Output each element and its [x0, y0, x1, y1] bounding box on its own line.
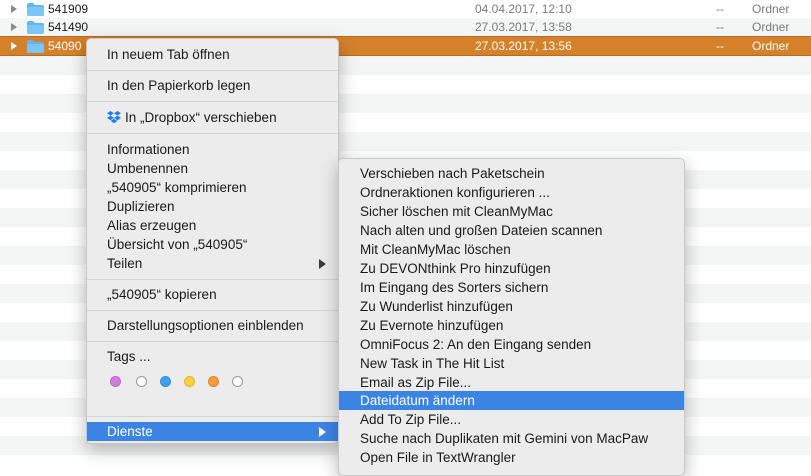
menu-item-duplicate[interactable]: Duplizieren [87, 197, 338, 216]
service-item[interactable]: Add To Zip File... [339, 410, 684, 429]
service-item[interactable]: Zu Wunderlist hinzufügen [339, 297, 684, 316]
menu-separator [87, 310, 338, 311]
file-row[interactable]: 541909 04.04.2017, 12:10 -- Ordner [0, 0, 811, 19]
service-item[interactable]: Sicher löschen mit CleanMyMac [339, 202, 684, 221]
service-item[interactable]: Im Eingang des Sorters sichern [339, 278, 684, 297]
service-item-highlighted[interactable]: Dateidatum ändern [339, 391, 684, 410]
service-item[interactable]: Zu DEVONthink Pro hinzufügen [339, 259, 684, 278]
file-date: 04.04.2017, 12:10 [475, 2, 572, 16]
file-kind: Ordner [752, 2, 790, 16]
folder-icon [27, 3, 44, 16]
menu-item-rename[interactable]: Umbenennen [87, 159, 338, 178]
menu-item-tags[interactable]: Tags ... [87, 347, 338, 366]
menu-item-open-in-tab[interactable]: In neuem Tab öffnen [87, 45, 338, 64]
menu-separator [87, 341, 338, 342]
service-item[interactable]: Suche nach Duplikaten mit Gemini von Mac… [339, 429, 684, 448]
service-item[interactable]: Ordneraktionen konfigurieren ... [339, 183, 684, 202]
service-item[interactable]: OmniFocus 2: An den Eingang senden [339, 335, 684, 354]
menu-separator [87, 70, 338, 71]
context-menu: In neuem Tab öffnen In den Papierkorb le… [86, 38, 339, 444]
submenu-arrow-icon [319, 427, 326, 437]
menu-item-trash[interactable]: In den Papierkorb legen [87, 76, 338, 95]
service-item[interactable]: Mit CleanMyMac löschen [339, 240, 684, 259]
file-kind: Ordner [752, 39, 790, 53]
menu-item-label: Dienste [107, 424, 153, 439]
file-row[interactable]: 541490 27.03.2017, 13:58 -- Ordner [0, 18, 811, 37]
menu-separator [87, 133, 338, 134]
menu-item-compress[interactable]: „540905“ komprimieren [87, 178, 338, 197]
disclosure-triangle-icon[interactable] [11, 42, 17, 50]
menu-item-label: Teilen [107, 256, 143, 271]
file-kind: Ordner [752, 20, 790, 34]
file-date: 27.03.2017, 13:56 [475, 39, 572, 53]
file-name: 541490 [48, 20, 89, 34]
service-item[interactable]: New Task in The Hit List [339, 354, 684, 373]
file-size: -- [716, 20, 724, 34]
tag-orange-icon[interactable] [208, 376, 219, 387]
file-size: -- [716, 2, 724, 16]
folder-icon [27, 21, 44, 34]
service-item[interactable]: Email as Zip File... [339, 373, 684, 392]
menu-item-view-options[interactable]: Darstellungsoptionen einblenden [87, 316, 338, 335]
file-name: 541909 [48, 2, 89, 16]
service-item[interactable]: Zu Evernote hinzufügen [339, 316, 684, 335]
tag-yellow-icon[interactable] [184, 376, 195, 387]
menu-separator [87, 416, 338, 417]
services-submenu: Verschieben nach Paketschein Ordneraktio… [338, 158, 685, 476]
menu-item-info[interactable]: Informationen [87, 140, 338, 159]
submenu-arrow-icon [319, 259, 326, 269]
service-item[interactable]: Nach alten und großen Dateien scannen [339, 221, 684, 240]
menu-item-overview[interactable]: Übersicht von „540905“ [87, 235, 338, 254]
menu-item-label: In „Dropbox“ verschieben [125, 110, 277, 125]
menu-separator [87, 101, 338, 102]
tag-blue-icon[interactable] [160, 376, 171, 387]
disclosure-triangle-icon[interactable] [11, 23, 17, 31]
tag-none-icon[interactable] [232, 376, 243, 387]
file-size: -- [716, 39, 724, 53]
menu-separator [87, 279, 338, 280]
dropbox-icon [107, 111, 121, 124]
menu-item-copy[interactable]: „540905“ kopieren [87, 285, 338, 304]
menu-item-alias[interactable]: Alias erzeugen [87, 216, 338, 235]
tag-gray-icon[interactable] [136, 376, 147, 387]
folder-icon [27, 40, 44, 53]
menu-item-share[interactable]: Teilen [87, 254, 338, 273]
file-name: 54090 [48, 39, 82, 53]
service-item[interactable]: Verschieben nach Paketschein [339, 164, 684, 183]
file-date: 27.03.2017, 13:58 [475, 20, 572, 34]
menu-item-services[interactable]: Dienste [87, 422, 338, 441]
disclosure-triangle-icon[interactable] [11, 5, 17, 13]
menu-item-dropbox[interactable]: In „Dropbox“ verschieben [87, 108, 338, 127]
tag-purple-icon[interactable] [110, 376, 121, 387]
service-item[interactable]: Open File in TextWrangler [339, 448, 684, 467]
